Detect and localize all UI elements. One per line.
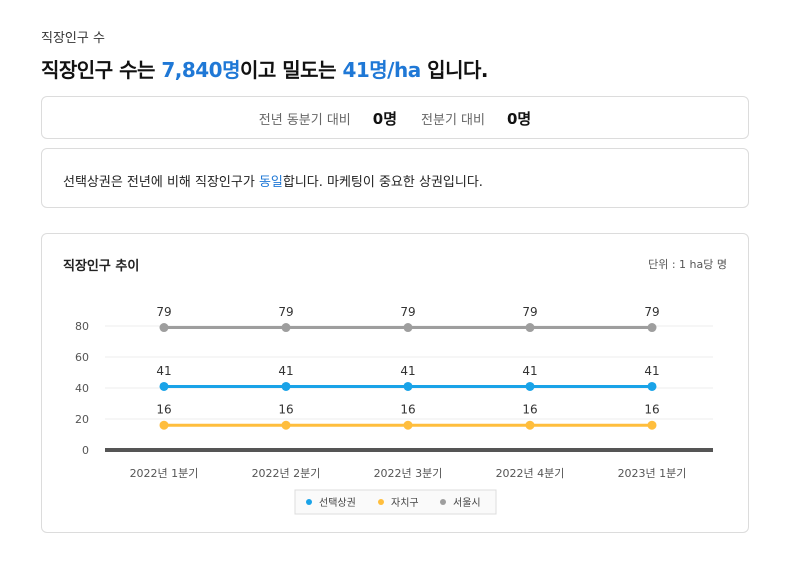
headline-mid: 이고 밀도는 — [240, 58, 343, 82]
data-point — [525, 381, 535, 391]
headline-suffix: 입니다. — [420, 58, 488, 82]
data-point — [403, 323, 413, 333]
data-point — [647, 323, 657, 333]
yoy-label: 전년 동분기 대비 — [258, 113, 351, 128]
legend-marker — [306, 499, 312, 505]
comparison-row: 전년 동분기 대비 0명 전분기 대비 0명 — [42, 97, 748, 140]
page-headline: 직장인구 수는 7,840명이고 밀도는 41명/ha 입니다. — [41, 54, 488, 83]
data-point — [159, 381, 169, 391]
data-label: 16 — [156, 403, 171, 417]
legend-marker — [378, 499, 384, 505]
y-tick-label: 0 — [82, 444, 89, 457]
summary-card: 선택상권은 전년에 비해 직장인구가 동일합니다. 마케팅이 중요한 상권입니다… — [41, 148, 749, 208]
yoy-value: 0명 — [372, 110, 398, 128]
section-label: 직장인구 수 — [41, 31, 105, 46]
x-tick-label: 2022년 3분기 — [374, 467, 443, 480]
legend-marker — [440, 499, 446, 505]
data-point — [403, 420, 413, 430]
data-point — [281, 323, 291, 333]
data-label: 79 — [522, 305, 537, 319]
data-label: 79 — [400, 305, 415, 319]
summary-prefix: 선택상권은 전년에 비해 직장인구가 — [63, 175, 259, 190]
comparison-card: 전년 동분기 대비 0명 전분기 대비 0명 — [41, 96, 749, 139]
legend-label: 자치구 — [391, 497, 419, 509]
y-tick-label: 80 — [75, 320, 89, 333]
data-label: 79 — [644, 305, 659, 319]
data-label: 41 — [522, 364, 537, 378]
data-label: 41 — [156, 364, 171, 378]
data-point — [281, 381, 291, 391]
data-point — [159, 420, 169, 430]
y-tick-label: 20 — [75, 413, 89, 426]
data-label: 41 — [400, 364, 415, 378]
trend-chart-card: 직장인구 추이 단위 : 1 ha당 명 0 20 40 60 80 2022년 1분기 2… — [41, 233, 749, 533]
qoq-value: 0명 — [506, 110, 532, 128]
data-label: 16 — [644, 403, 659, 417]
data-label: 79 — [278, 305, 293, 319]
y-tick-label: 40 — [75, 382, 89, 395]
data-point — [647, 381, 657, 391]
data-point — [647, 420, 657, 430]
data-label: 79 — [156, 305, 171, 319]
trend-line-chart: 0 20 40 60 80 2022년 1분기 2022년 2분기 2022년 3분기 2022… — [75, 305, 713, 515]
x-tick-label: 2022년 4분기 — [496, 467, 565, 480]
legend-label: 서울시 — [453, 497, 481, 509]
summary-sentence: 선택상권은 전년에 비해 직장인구가 동일합니다. 마케팅이 중요한 상권입니다… — [63, 171, 483, 190]
legend-label: 선택상권 — [319, 497, 356, 509]
headline-count: 7,840명 — [161, 58, 240, 82]
summary-highlight: 동일 — [258, 175, 283, 190]
data-point — [159, 323, 169, 333]
y-tick-label: 60 — [75, 351, 89, 364]
qoq-label: 전분기 대비 — [421, 113, 485, 128]
headline-density: 41명/ha — [342, 58, 421, 82]
headline-prefix: 직장인구 수는 — [41, 58, 162, 82]
data-point — [525, 323, 535, 333]
data-label: 16 — [278, 403, 293, 417]
data-label: 16 — [400, 403, 415, 417]
data-point — [525, 420, 535, 430]
data-label: 16 — [522, 403, 537, 417]
data-point — [403, 381, 413, 391]
x-tick-label: 2022년 1분기 — [130, 467, 199, 480]
summary-suffix: 합니다. 마케팅이 중요한 상권입니다. — [282, 175, 483, 190]
x-tick-label: 2023년 1분기 — [618, 467, 687, 480]
data-point — [281, 420, 291, 430]
x-tick-label: 2022년 2분기 — [252, 467, 321, 480]
data-label: 41 — [278, 364, 293, 378]
data-label: 41 — [644, 364, 659, 378]
